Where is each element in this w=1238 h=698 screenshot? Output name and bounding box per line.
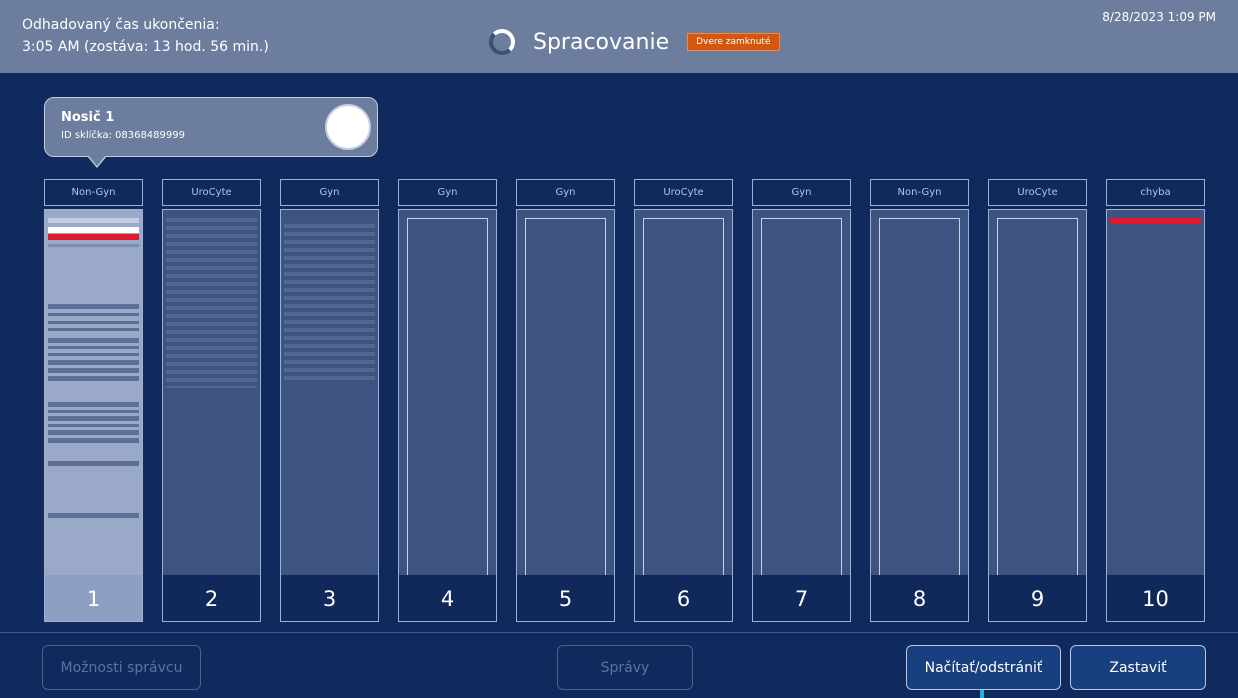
slot-number: 8 <box>871 575 968 621</box>
header-bar: Odhadovaný čas ukončenia: 3:05 AM (zostá… <box>0 0 1238 73</box>
slot-type-label: Gyn <box>516 179 615 206</box>
slot-type-label: Gyn <box>398 179 497 206</box>
messages-button[interactable]: Správy <box>557 645 693 690</box>
slot-body[interactable]: 3 <box>280 209 379 622</box>
slot-body[interactable]: 1 <box>44 209 143 622</box>
rack-slot-1[interactable]: Non-Gyn 1 <box>44 179 143 622</box>
estimated-finish: Odhadovaný čas ukončenia: 3:05 AM (zostá… <box>22 14 269 58</box>
footer-divider <box>0 632 1238 633</box>
rack-slot-7[interactable]: Gyn 7 <box>752 179 851 622</box>
slot-type-label: UroCyte <box>988 179 1087 206</box>
slot-type-label: chyba <box>1106 179 1205 206</box>
rack-tooltip: Nosič 1 ID sklíčka: 08368489999 <box>44 97 378 168</box>
estimate-value: 3:05 AM (zostáva: 13 hod. 56 min.) <box>22 39 269 55</box>
slot-number: 5 <box>517 575 614 621</box>
slide-rows <box>284 224 375 384</box>
load-remove-button[interactable]: Načítať/odstrániť <box>906 645 1061 690</box>
slot-number: 10 <box>1107 575 1204 621</box>
slot-type-label: Non-Gyn <box>870 179 969 206</box>
touch-indicator <box>980 690 984 698</box>
vial-status-circle <box>325 104 371 150</box>
slot-type-label: UroCyte <box>162 179 261 206</box>
rack-slot-9[interactable]: UroCyte 9 <box>988 179 1087 622</box>
door-status-badge: Dvere zamknuté <box>687 33 780 51</box>
slot-number: 7 <box>753 575 850 621</box>
slot-type-label: Gyn <box>752 179 851 206</box>
datetime: 8/28/2023 1:09 PM <box>1102 10 1216 24</box>
slot-number: 4 <box>399 575 496 621</box>
page-title: Spracovanie <box>533 29 670 55</box>
slot-body[interactable]: 5 <box>516 209 615 622</box>
empty-rack-outline <box>997 218 1078 596</box>
slot-body[interactable]: 4 <box>398 209 497 622</box>
slide-id-label: ID sklíčka: <box>61 130 112 141</box>
rack-slot-5[interactable]: Gyn 5 <box>516 179 615 622</box>
slot-number: 1 <box>45 575 142 621</box>
title-group: Spracovanie Dvere zamknuté <box>489 22 780 62</box>
stop-button[interactable]: Zastaviť <box>1070 645 1206 690</box>
estimate-label: Odhadovaný čas ukončenia: <box>22 17 220 33</box>
slot-body[interactable]: 9 <box>988 209 1087 622</box>
slot-body[interactable]: 6 <box>634 209 733 622</box>
empty-rack-outline <box>879 218 960 596</box>
error-indicator <box>1110 218 1201 224</box>
rack-slot-6[interactable]: UroCyte 6 <box>634 179 733 622</box>
admin-options-button[interactable]: Možnosti správcu <box>42 645 201 690</box>
slot-type-label: Gyn <box>280 179 379 206</box>
slot-number: 3 <box>281 575 378 621</box>
slot-body[interactable]: 7 <box>752 209 851 622</box>
slide-rows <box>48 218 139 538</box>
rack-slot-8[interactable]: Non-Gyn 8 <box>870 179 969 622</box>
slot-type-label: UroCyte <box>634 179 733 206</box>
tooltip-title: Nosič 1 <box>61 110 115 125</box>
rack-slot-10[interactable]: chyba 10 <box>1106 179 1205 622</box>
slot-body[interactable]: 2 <box>162 209 261 622</box>
slot-number: 9 <box>989 575 1086 621</box>
empty-rack-outline <box>761 218 842 596</box>
slide-rows <box>166 218 257 388</box>
slide-id-value: 08368489999 <box>115 130 185 141</box>
slot-type-label: Non-Gyn <box>44 179 143 206</box>
tooltip-slide-id: ID sklíčka: 08368489999 <box>61 130 185 141</box>
empty-rack-outline <box>407 218 488 596</box>
slot-number: 6 <box>635 575 732 621</box>
slot-body[interactable]: 8 <box>870 209 969 622</box>
empty-rack-outline <box>525 218 606 596</box>
empty-rack-outline <box>643 218 724 596</box>
rack-slot-2[interactable]: UroCyte 2 <box>162 179 261 622</box>
slot-body[interactable]: 10 <box>1106 209 1205 622</box>
spinner-icon <box>489 29 515 55</box>
slot-number: 2 <box>163 575 260 621</box>
rack-slot-3[interactable]: Gyn 3 <box>280 179 379 622</box>
rack-slot-4[interactable]: Gyn 4 <box>398 179 497 622</box>
